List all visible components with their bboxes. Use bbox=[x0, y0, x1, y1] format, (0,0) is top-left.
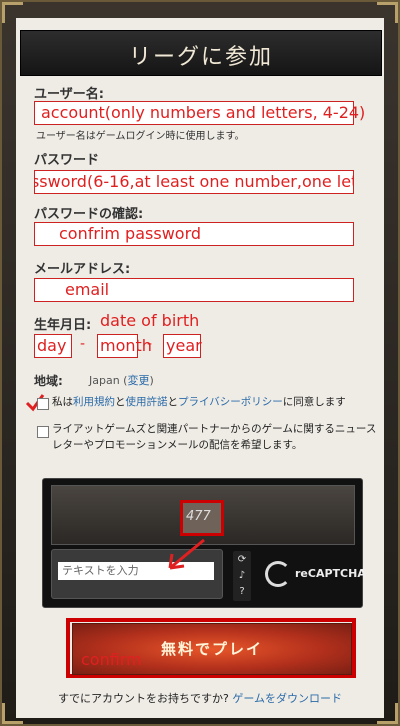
captcha-challenge-box: 477 bbox=[180, 500, 224, 536]
footer: すでにアカウントをお持ちですか? ゲームをダウンロード bbox=[0, 690, 400, 706]
page-header: リーグに参加 bbox=[20, 30, 382, 76]
privacy-policy-link[interactable]: プライバシーポリシー bbox=[178, 396, 283, 408]
region-name: Japan bbox=[89, 374, 120, 387]
help-icon[interactable]: ? bbox=[233, 583, 251, 601]
page-title: リーグに参加 bbox=[128, 45, 273, 70]
captcha-challenge-text: 477 bbox=[186, 509, 211, 524]
recaptcha-logo-icon bbox=[265, 561, 291, 587]
newsletter-text: ライアットゲームズと関連パートナーからのゲームに関するニュースレターやプロモーシ… bbox=[52, 423, 377, 451]
password-input[interactable]: password(6-16,at least one number,one le… bbox=[34, 170, 354, 194]
password-annotation: password(6-16,at least one number,one le… bbox=[35, 172, 353, 191]
terms-suffix: に同意します bbox=[282, 396, 346, 408]
recaptcha-logo: reCAPTCHA bbox=[265, 555, 366, 595]
dob-day-value: day bbox=[37, 336, 67, 355]
terms-prefix: 私は bbox=[52, 396, 73, 408]
dob-day-select[interactable]: day bbox=[34, 334, 72, 358]
password-confirm-input[interactable]: confrim password bbox=[34, 222, 354, 246]
password-confirm-label: パスワードの確認: bbox=[34, 207, 144, 222]
recaptcha-logo-text: reCAPTCHA bbox=[295, 567, 366, 580]
terms-text: 私は利用規約と使用許諾とプライバシーポリシーに同意します bbox=[52, 394, 378, 410]
terms-of-use-link[interactable]: 利用規約 bbox=[73, 396, 115, 408]
download-game-link[interactable]: ゲームをダウンロード bbox=[232, 692, 342, 705]
terms-and: と bbox=[167, 396, 179, 408]
username-annotation: account(only numbers and letters, 4-24) bbox=[41, 103, 366, 122]
email-annotation: email bbox=[65, 280, 110, 299]
arrow-icon bbox=[168, 538, 205, 570]
play-free-button[interactable]: 無料でプレイ confirm bbox=[72, 623, 352, 675]
password-label: パスワード bbox=[34, 153, 100, 168]
password-confirm-annotation: confrim password bbox=[59, 224, 202, 243]
username-label: ユーザー名: bbox=[34, 87, 104, 102]
username-help: ユーザー名はゲームログイン時に使用します。 bbox=[36, 131, 245, 142]
dob-year-select[interactable]: year bbox=[163, 334, 202, 358]
footer-prompt: すでにアカウントをお持ちですか? bbox=[57, 692, 229, 705]
terms-checkbox[interactable] bbox=[37, 398, 49, 410]
region-label: 地域: bbox=[34, 374, 63, 388]
newsletter-checkbox[interactable] bbox=[37, 426, 49, 438]
email-input[interactable]: email bbox=[34, 278, 354, 302]
dob-month-value: month bbox=[100, 336, 152, 355]
region-value: Japan (変更) bbox=[89, 374, 154, 387]
username-input[interactable]: account(only numbers and letters, 4-24) bbox=[34, 101, 365, 125]
dob-year-value: year bbox=[166, 336, 202, 355]
region-change-link[interactable]: 変更 bbox=[127, 374, 149, 387]
dob-separator: - bbox=[80, 336, 86, 352]
dob-separator: - bbox=[147, 336, 153, 352]
captcha-input-area: テキストを入力 bbox=[51, 538, 223, 599]
recaptcha-widget: 477 テキストを入力 ⟳ ♪ ? reCAPTCHA bbox=[42, 478, 366, 608]
dob-label: 生年月日: bbox=[34, 318, 92, 333]
email-label: メールアドレス: bbox=[34, 262, 131, 277]
eula-link[interactable]: 使用許諾 bbox=[126, 396, 168, 408]
play-button-annotation: confirm bbox=[81, 650, 142, 669]
captcha-image: 477 bbox=[51, 485, 355, 545]
terms-and: と bbox=[115, 396, 126, 408]
dob-annotation: date of birth bbox=[100, 311, 200, 330]
dob-month-select[interactable]: month bbox=[97, 334, 152, 358]
